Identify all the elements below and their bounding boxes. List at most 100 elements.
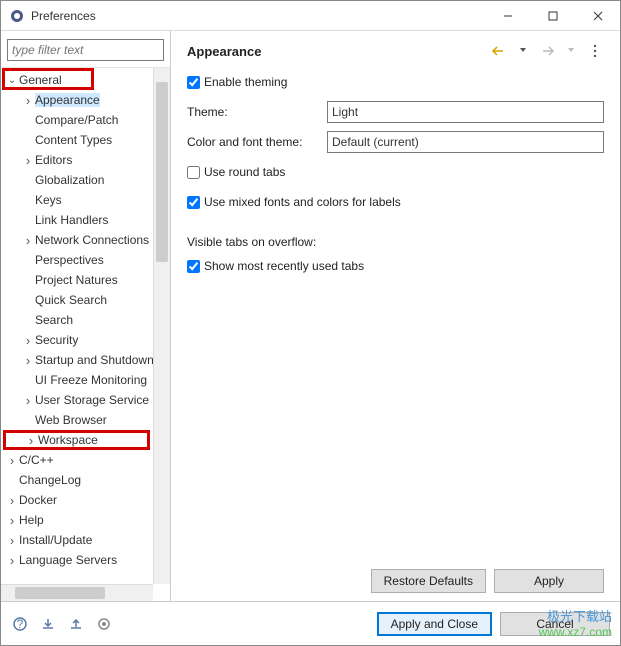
tree-item[interactable]: ›Docker [1, 490, 170, 510]
tree-item[interactable]: ›Editors [1, 150, 170, 170]
close-button[interactable] [575, 1, 620, 31]
restore-defaults-button[interactable]: Restore Defaults [371, 569, 486, 593]
tree-item-label: Docker [19, 493, 57, 507]
help-icon[interactable]: ? [11, 615, 29, 633]
tree-expander-icon[interactable]: › [24, 433, 38, 448]
tree-expander-icon[interactable]: › [5, 493, 19, 508]
tree-expander-icon[interactable]: › [21, 93, 35, 108]
tree-expander-icon[interactable]: › [5, 453, 19, 468]
theme-row: Theme: Light [187, 101, 604, 123]
app-icon [9, 8, 25, 24]
round-tabs-row: Use round tabs [187, 161, 604, 183]
tree-item[interactable]: Quick Search [1, 290, 170, 310]
tree-item[interactable]: ›User Storage Service [1, 390, 170, 410]
mixed-fonts-row: Use mixed fonts and colors for labels [187, 191, 604, 213]
tree-item-label: User Storage Service [35, 393, 149, 407]
tree-vertical-scrollbar[interactable] [153, 68, 170, 584]
tree-item-label: Web Browser [35, 413, 107, 427]
menu-dots-icon[interactable] [586, 43, 604, 59]
maximize-button[interactable] [530, 1, 575, 31]
tree-expander-icon[interactable]: › [5, 553, 19, 568]
right-pane: Appearance Enable theming Theme: Light C… [171, 31, 620, 601]
tree-item-label: Security [35, 333, 78, 347]
colorfont-label: Color and font theme: [187, 135, 327, 149]
tree-item-label: Network Connections [35, 233, 149, 247]
filter-input[interactable] [7, 39, 164, 61]
tree-item[interactable]: ›Install/Update [1, 530, 170, 550]
visible-tabs-heading: Visible tabs on overflow: [187, 235, 604, 249]
tree-item[interactable]: ›Workspace [3, 430, 150, 450]
tree-item-label: ChangeLog [19, 473, 81, 487]
tree-expander-icon[interactable]: ⌄ [5, 75, 19, 86]
mixed-fonts-checkbox[interactable] [187, 196, 200, 209]
tree-item-label: General [19, 73, 62, 87]
tree-item-label: Keys [35, 193, 62, 207]
tree-item[interactable]: ›C/C++ [1, 450, 170, 470]
tree-item-label: Perspectives [35, 253, 104, 267]
tree-expander-icon[interactable]: › [5, 533, 19, 548]
tree-item-label: UI Freeze Monitoring [35, 373, 147, 387]
tree-item[interactable]: ⌄General [1, 70, 170, 90]
round-tabs-label: Use round tabs [204, 165, 285, 179]
tree-item-label: Globalization [35, 173, 104, 187]
panel-buttons: Restore Defaults Apply [187, 569, 604, 593]
tree-expander-icon[interactable]: › [21, 233, 35, 248]
cancel-button[interactable]: Cancel [500, 612, 610, 636]
tree-item[interactable]: Compare/Patch [1, 110, 170, 130]
tree-expander-icon[interactable]: › [21, 333, 35, 348]
content-area: ⌄General›AppearanceCompare/PatchContent … [1, 31, 620, 601]
tree-item[interactable]: ›Security [1, 330, 170, 350]
enable-theming-row: Enable theming [187, 71, 604, 93]
apply-button[interactable]: Apply [494, 569, 604, 593]
tree-item-label: Language Servers [19, 553, 117, 567]
tree-expander-icon[interactable]: › [21, 393, 35, 408]
tree-expander-icon[interactable]: › [21, 153, 35, 168]
tree-item-label: Editors [35, 153, 72, 167]
export-icon[interactable] [67, 615, 85, 633]
tree-item[interactable]: Globalization [1, 170, 170, 190]
enable-theming-label: Enable theming [204, 75, 287, 89]
tree-item[interactable]: UI Freeze Monitoring [1, 370, 170, 390]
footer: ? Apply and Close Cancel 极光下载站 www.xz7.c… [1, 601, 620, 645]
tree-wrap: ⌄General›AppearanceCompare/PatchContent … [1, 67, 170, 601]
tree-item[interactable]: Keys [1, 190, 170, 210]
tree-item-label: Quick Search [35, 293, 107, 307]
minimize-button[interactable] [485, 1, 530, 31]
round-tabs-checkbox[interactable] [187, 166, 200, 179]
tree-item[interactable]: ›Network Connections [1, 230, 170, 250]
back-icon[interactable] [490, 43, 508, 59]
window-title: Preferences [31, 9, 485, 23]
forward-dropdown-icon[interactable] [562, 43, 580, 59]
tree-horizontal-scrollbar[interactable] [1, 584, 153, 601]
tree-item[interactable]: Project Natures [1, 270, 170, 290]
tree-item-label: Link Handlers [35, 213, 108, 227]
tree-item[interactable]: ›Help [1, 510, 170, 530]
tree-expander-icon[interactable]: › [5, 513, 19, 528]
show-recent-checkbox[interactable] [187, 260, 200, 273]
tree-item[interactable]: ›Appearance [1, 90, 170, 110]
left-pane: ⌄General›AppearanceCompare/PatchContent … [1, 31, 171, 601]
titlebar: Preferences [1, 1, 620, 31]
tree-item[interactable]: Web Browser [1, 410, 170, 430]
apply-and-close-button[interactable]: Apply and Close [377, 612, 492, 636]
tree-item[interactable]: Link Handlers [1, 210, 170, 230]
import-icon[interactable] [39, 615, 57, 633]
tree-item[interactable]: ›Language Servers [1, 550, 170, 570]
tree-item[interactable]: Search [1, 310, 170, 330]
colorfont-select[interactable]: Default (current) [327, 131, 604, 153]
tree-expander-icon[interactable]: › [21, 353, 35, 368]
forward-icon[interactable] [538, 43, 556, 59]
enable-theming-checkbox[interactable] [187, 76, 200, 89]
tree-item-label: Project Natures [35, 273, 118, 287]
oomph-icon[interactable] [95, 615, 113, 633]
back-dropdown-icon[interactable] [514, 43, 532, 59]
tree-item[interactable]: Perspectives [1, 250, 170, 270]
mixed-fonts-label: Use mixed fonts and colors for labels [204, 195, 401, 209]
tree-item-label: Install/Update [19, 533, 92, 547]
tree-item[interactable]: ChangeLog [1, 470, 170, 490]
tree-item[interactable]: ›Startup and Shutdown [1, 350, 170, 370]
show-recent-label: Show most recently used tabs [204, 259, 364, 273]
preferences-tree[interactable]: ⌄General›AppearanceCompare/PatchContent … [1, 68, 170, 601]
theme-select[interactable]: Light [327, 101, 604, 123]
tree-item[interactable]: Content Types [1, 130, 170, 150]
